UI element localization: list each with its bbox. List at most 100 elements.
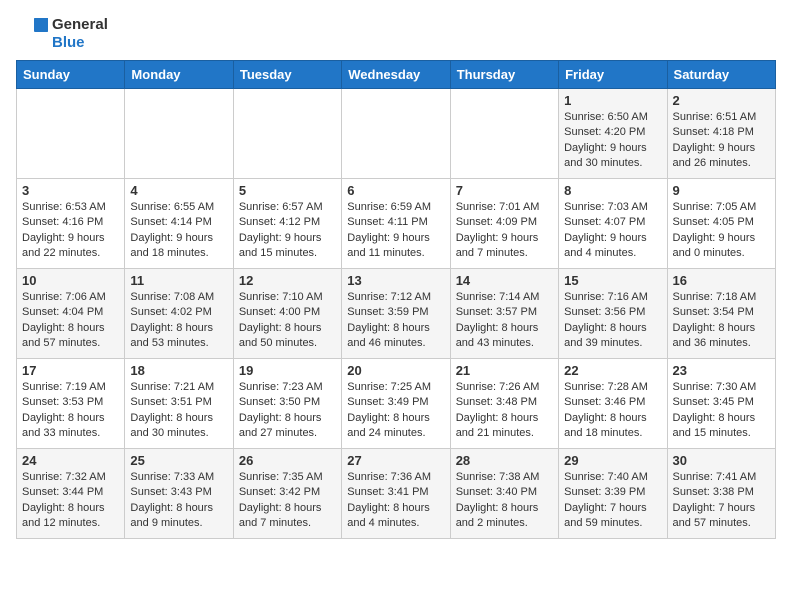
day-number: 7 <box>456 183 553 198</box>
day-info: Sunrise: 7:10 AM Sunset: 4:00 PM Dayligh… <box>239 290 336 352</box>
day-info: Sunrise: 7:06 AM Sunset: 4:04 PM Dayligh… <box>22 290 119 352</box>
column-header-wednesday: Wednesday <box>342 61 450 89</box>
calendar-cell: 10 Sunrise: 7:06 AM Sunset: 4:04 PM Dayli… <box>17 269 125 359</box>
calendar-cell: 15Sunrise: 7:16 AM Sunset: 3:56 PM Dayli… <box>559 269 667 359</box>
day-info: Sunrise: 7:08 AM Sunset: 4:02 PM Dayligh… <box>130 290 227 352</box>
calendar-cell: 19 Sunrise: 7:23 AM Sunset: 3:50 PM Dayli… <box>233 359 341 449</box>
day-number: 3 <box>22 183 119 198</box>
column-header-sunday: Sunday <box>17 61 125 89</box>
day-info: Sunrise: 7:01 AM Sunset: 4:09 PM Dayligh… <box>456 200 553 262</box>
calendar-cell: 9 Sunrise: 7:05 AM Sunset: 4:05 PM Daylig… <box>667 179 775 269</box>
day-info: Sunrise: 6:57 AM Sunset: 4:12 PM Dayligh… <box>239 200 336 262</box>
day-number: 14 <box>456 273 553 288</box>
day-info: Sunrise: 7:12 AM Sunset: 3:59 PM Dayligh… <box>347 290 444 352</box>
column-header-monday: Monday <box>125 61 233 89</box>
calendar-cell <box>342 89 450 179</box>
calendar-cell <box>125 89 233 179</box>
calendar-cell: 27 Sunrise: 7:36 AM Sunset: 3:41 PM Dayli… <box>342 449 450 539</box>
day-number: 25 <box>130 453 227 468</box>
logo-general: General <box>52 16 108 34</box>
day-info: Sunrise: 7:19 AM Sunset: 3:53 PM Dayligh… <box>22 380 119 442</box>
logo-blue: Blue <box>52 34 108 52</box>
calendar-cell: 21Sunrise: 7:26 AM Sunset: 3:48 PM Dayli… <box>450 359 558 449</box>
day-info: Sunrise: 7:41 AM Sunset: 3:38 PM Dayligh… <box>673 470 770 532</box>
calendar-week-row: 24 Sunrise: 7:32 AM Sunset: 3:44 PM Dayli… <box>17 449 776 539</box>
day-info: Sunrise: 7:33 AM Sunset: 3:43 PM Dayligh… <box>130 470 227 532</box>
calendar-cell: 24 Sunrise: 7:32 AM Sunset: 3:44 PM Dayli… <box>17 449 125 539</box>
day-info: Sunrise: 7:36 AM Sunset: 3:41 PM Dayligh… <box>347 470 444 532</box>
calendar-header-row: SundayMondayTuesdayWednesdayThursdayFrid… <box>17 61 776 89</box>
calendar-cell: 2 Sunrise: 6:51 AM Sunset: 4:18 PM Daylig… <box>667 89 775 179</box>
calendar-cell: 18 Sunrise: 7:21 AM Sunset: 3:51 PM Dayli… <box>125 359 233 449</box>
day-number: 9 <box>673 183 770 198</box>
calendar-cell: 8 Sunrise: 7:03 AM Sunset: 4:07 PM Daylig… <box>559 179 667 269</box>
calendar-cell: 12 Sunrise: 7:10 AM Sunset: 4:00 PM Dayli… <box>233 269 341 359</box>
day-number: 12 <box>239 273 336 288</box>
calendar-week-row: 10 Sunrise: 7:06 AM Sunset: 4:04 PM Dayli… <box>17 269 776 359</box>
day-number: 13 <box>347 273 444 288</box>
column-header-friday: Friday <box>559 61 667 89</box>
day-info: Sunrise: 7:30 AM Sunset: 3:45 PM Dayligh… <box>673 380 770 442</box>
calendar-cell <box>17 89 125 179</box>
day-info: Sunrise: 7:32 AM Sunset: 3:44 PM Dayligh… <box>22 470 119 532</box>
calendar-cell: 26 Sunrise: 7:35 AM Sunset: 3:42 PM Dayli… <box>233 449 341 539</box>
day-info: Sunrise: 6:55 AM Sunset: 4:14 PM Dayligh… <box>130 200 227 262</box>
day-number: 19 <box>239 363 336 378</box>
calendar-cell: 16 Sunrise: 7:18 AM Sunset: 3:54 PM Dayli… <box>667 269 775 359</box>
day-number: 24 <box>22 453 119 468</box>
day-number: 16 <box>673 273 770 288</box>
day-number: 6 <box>347 183 444 198</box>
calendar-cell <box>233 89 341 179</box>
day-number: 26 <box>239 453 336 468</box>
day-number: 27 <box>347 453 444 468</box>
calendar-cell: 7 Sunrise: 7:01 AM Sunset: 4:09 PM Daylig… <box>450 179 558 269</box>
calendar-cell: 25 Sunrise: 7:33 AM Sunset: 3:43 PM Dayli… <box>125 449 233 539</box>
day-number: 22 <box>564 363 661 378</box>
day-info: Sunrise: 7:23 AM Sunset: 3:50 PM Dayligh… <box>239 380 336 442</box>
day-number: 20 <box>347 363 444 378</box>
calendar-cell: 29 Sunrise: 7:40 AM Sunset: 3:39 PM Dayli… <box>559 449 667 539</box>
logo-svg <box>16 18 48 50</box>
day-info: Sunrise: 7:26 AM Sunset: 3:48 PM Dayligh… <box>456 380 553 442</box>
calendar-cell: 4 Sunrise: 6:55 AM Sunset: 4:14 PM Daylig… <box>125 179 233 269</box>
day-number: 17 <box>22 363 119 378</box>
calendar-cell: 30 Sunrise: 7:41 AM Sunset: 3:38 PM Dayli… <box>667 449 775 539</box>
calendar-week-row: 17 Sunrise: 7:19 AM Sunset: 3:53 PM Dayli… <box>17 359 776 449</box>
calendar-cell: 22Sunrise: 7:28 AM Sunset: 3:46 PM Dayli… <box>559 359 667 449</box>
day-info: Sunrise: 7:40 AM Sunset: 3:39 PM Dayligh… <box>564 470 661 532</box>
day-number: 8 <box>564 183 661 198</box>
day-info: Sunrise: 7:25 AM Sunset: 3:49 PM Dayligh… <box>347 380 444 442</box>
calendar-week-row: 3 Sunrise: 6:53 AM Sunset: 4:16 PM Daylig… <box>17 179 776 269</box>
day-number: 2 <box>673 93 770 108</box>
calendar-cell: 13 Sunrise: 7:12 AM Sunset: 3:59 PM Dayli… <box>342 269 450 359</box>
calendar-cell: 23 Sunrise: 7:30 AM Sunset: 3:45 PM Dayli… <box>667 359 775 449</box>
day-number: 5 <box>239 183 336 198</box>
day-number: 30 <box>673 453 770 468</box>
day-info: Sunrise: 6:51 AM Sunset: 4:18 PM Dayligh… <box>673 110 770 172</box>
day-info: Sunrise: 6:59 AM Sunset: 4:11 PM Dayligh… <box>347 200 444 262</box>
column-header-saturday: Saturday <box>667 61 775 89</box>
day-info: Sunrise: 7:05 AM Sunset: 4:05 PM Dayligh… <box>673 200 770 262</box>
day-info: Sunrise: 7:21 AM Sunset: 3:51 PM Dayligh… <box>130 380 227 442</box>
day-number: 1 <box>564 93 661 108</box>
day-number: 10 <box>22 273 119 288</box>
day-info: Sunrise: 6:53 AM Sunset: 4:16 PM Dayligh… <box>22 200 119 262</box>
day-info: Sunrise: 7:35 AM Sunset: 3:42 PM Dayligh… <box>239 470 336 532</box>
calendar-cell: 5 Sunrise: 6:57 AM Sunset: 4:12 PM Daylig… <box>233 179 341 269</box>
calendar-cell: 1 Sunrise: 6:50 AM Sunset: 4:20 PM Daylig… <box>559 89 667 179</box>
day-number: 29 <box>564 453 661 468</box>
day-number: 15 <box>564 273 661 288</box>
calendar-cell: 14 Sunrise: 7:14 AM Sunset: 3:57 PM Dayli… <box>450 269 558 359</box>
calendar-cell <box>450 89 558 179</box>
day-number: 28 <box>456 453 553 468</box>
day-number: 23 <box>673 363 770 378</box>
logo: General Blue <box>16 16 108 52</box>
day-info: Sunrise: 7:14 AM Sunset: 3:57 PM Dayligh… <box>456 290 553 352</box>
day-info: Sunrise: 7:18 AM Sunset: 3:54 PM Dayligh… <box>673 290 770 352</box>
day-number: 4 <box>130 183 227 198</box>
day-info: Sunrise: 7:03 AM Sunset: 4:07 PM Dayligh… <box>564 200 661 262</box>
column-header-tuesday: Tuesday <box>233 61 341 89</box>
day-number: 18 <box>130 363 227 378</box>
day-info: Sunrise: 7:38 AM Sunset: 3:40 PM Dayligh… <box>456 470 553 532</box>
day-info: Sunrise: 6:50 AM Sunset: 4:20 PM Dayligh… <box>564 110 661 172</box>
